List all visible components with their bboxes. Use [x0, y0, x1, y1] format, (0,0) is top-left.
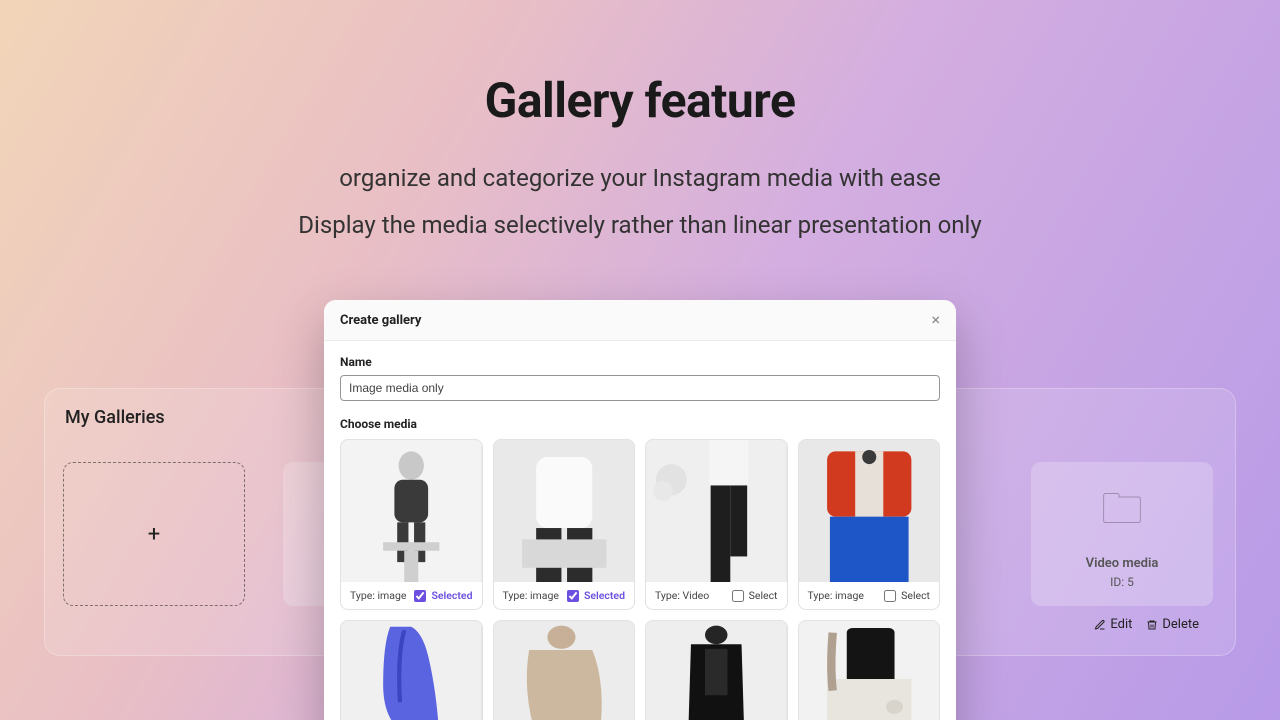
- media-type: Type: image: [503, 589, 559, 602]
- plus-icon: +: [148, 522, 160, 547]
- media-item[interactable]: [798, 620, 941, 720]
- modal-header: Create gallery ×: [324, 300, 956, 341]
- name-label: Name: [340, 355, 940, 369]
- gallery-name-input[interactable]: [340, 375, 940, 401]
- page-title: Gallery feature: [0, 72, 1280, 129]
- close-icon[interactable]: ×: [931, 312, 940, 328]
- media-thumb: [341, 440, 482, 582]
- create-gallery-modal: Create gallery × Name Choose media Type:…: [324, 300, 956, 720]
- media-grid-row2: [340, 620, 940, 720]
- hero-subtitle-2: Display the media selectively rather tha…: [0, 204, 1280, 247]
- hero-subtitle-1: organize and categorize your Instagram m…: [0, 157, 1280, 200]
- media-type: Type: Video: [655, 589, 709, 602]
- media-thumb: [799, 440, 940, 582]
- delete-button[interactable]: Delete: [1146, 617, 1199, 632]
- media-checkbox[interactable]: [732, 590, 744, 602]
- choose-media-label: Choose media: [340, 417, 940, 431]
- media-type: Type: image: [808, 589, 864, 602]
- media-item[interactable]: Type: image Selected: [340, 439, 483, 610]
- add-gallery-card[interactable]: +: [63, 462, 245, 606]
- media-select[interactable]: Selected: [414, 589, 472, 602]
- gallery-card-video[interactable]: 🗀 Video media ID: 5: [1031, 462, 1213, 606]
- media-select[interactable]: Select: [732, 589, 778, 602]
- gallery-card-actions: Edit Delete: [1094, 617, 1199, 632]
- media-thumb: [341, 621, 482, 720]
- media-checkbox[interactable]: [884, 590, 896, 602]
- media-item[interactable]: Type: image Selected: [493, 439, 636, 610]
- trash-icon: [1146, 619, 1158, 631]
- media-thumb: [799, 621, 940, 720]
- media-item[interactable]: [493, 620, 636, 720]
- media-item[interactable]: [340, 620, 483, 720]
- hero: Gallery feature organize and categorize …: [0, 0, 1280, 247]
- media-thumb: [494, 621, 635, 720]
- media-select[interactable]: Select: [884, 589, 930, 602]
- media-item[interactable]: [645, 620, 788, 720]
- media-item[interactable]: Type: image Select: [798, 439, 941, 610]
- media-checkbox[interactable]: [567, 590, 579, 602]
- gallery-card-label: Video media: [1086, 556, 1159, 571]
- media-thumb: [494, 440, 635, 582]
- folder-icon: 🗀: [1101, 479, 1143, 550]
- modal-body: Name Choose media Type: image Selected: [324, 341, 956, 720]
- pencil-icon: [1094, 619, 1106, 631]
- modal-title: Create gallery: [340, 313, 421, 328]
- media-thumb: [646, 440, 787, 582]
- media-grid: Type: image Selected Type: image Selecte…: [340, 439, 940, 610]
- gallery-card-id: ID: 5: [1110, 575, 1134, 589]
- media-thumb: [646, 621, 787, 720]
- media-type: Type: image: [350, 589, 406, 602]
- media-select[interactable]: Selected: [567, 589, 625, 602]
- media-checkbox[interactable]: [414, 590, 426, 602]
- edit-button[interactable]: Edit: [1094, 617, 1132, 632]
- media-item[interactable]: Type: Video Select: [645, 439, 788, 610]
